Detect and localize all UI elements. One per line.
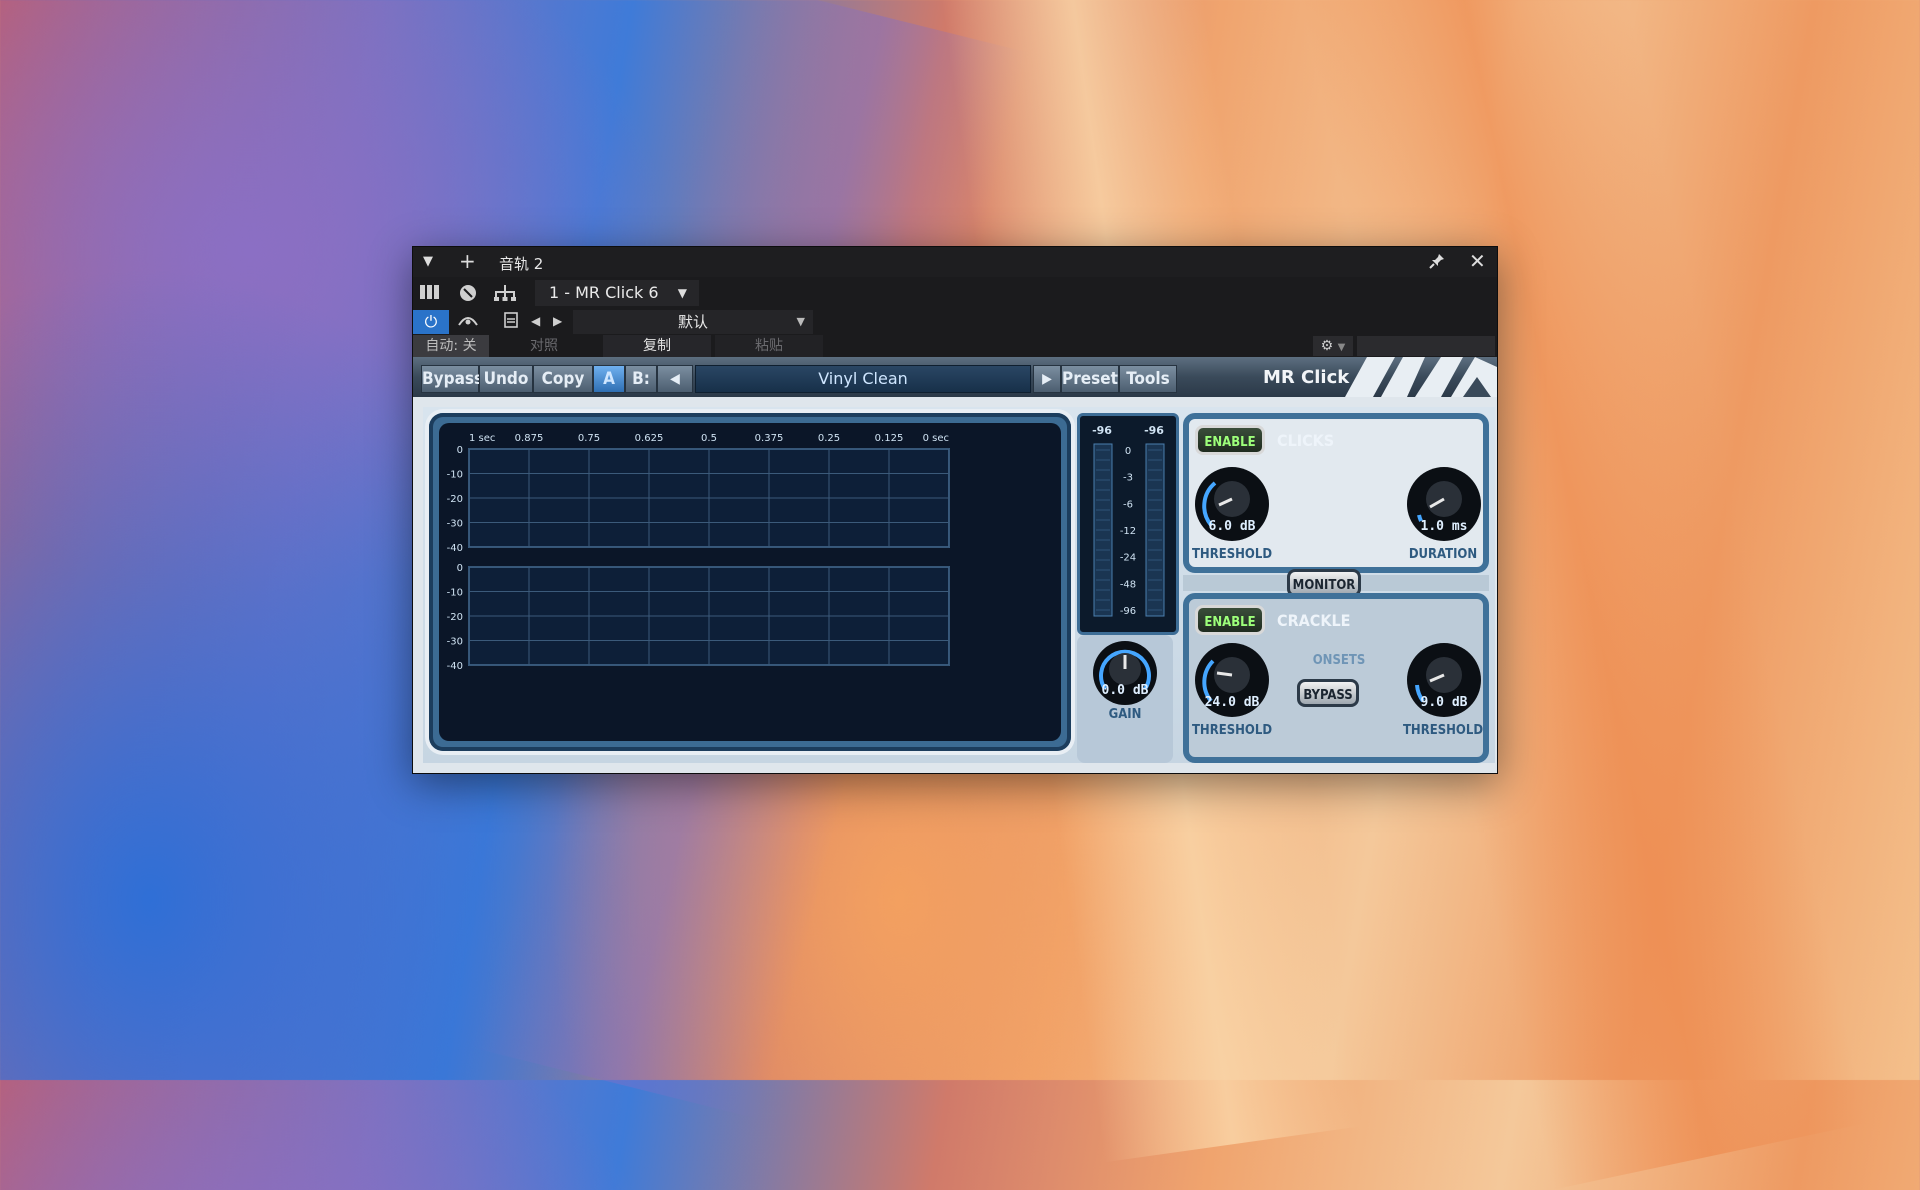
plugin-selector-dropdown[interactable]: 1 - MR Click 6 ▼ [535,280,699,306]
crackle-section: ENABLE CRACKLE 24.0 dB THRESHOLD ONSETS … [1183,593,1489,763]
top-db-tick: 0 [457,445,463,456]
preset-mode-label: 默认 [677,313,708,331]
b-slot-button[interactable]: B: [625,365,657,393]
clicks-threshold-value: 6.0 dB [1208,519,1256,534]
time-tick: 1 sec [469,433,495,444]
onsets-threshold-value: 9.0 dB [1420,695,1468,710]
analyzer-display: 0 -10 -20 -30 -40 0 -10 -20 -30 -40 1 sec 0.875 0.75… [439,423,1061,741]
clicks-duration-label: DURATION [1408,547,1478,562]
gain-value: 0.0 dB [1101,683,1149,698]
pin-icon[interactable] [1428,252,1446,274]
meter-scale-tick: 0 [1125,446,1131,457]
meter-left-peak: -96 [1092,424,1112,437]
plugin-panel: 0 -10 -20 -30 -40 0 -10 -20 -30 -40 1 sec 0.875 0.75… [423,407,1495,763]
hierarchy-icon[interactable] [493,283,516,303]
top-db-tick: -10 [447,470,463,481]
top-db-tick: -20 [447,494,463,505]
automation-toggle[interactable]: 自动: 关 [413,335,489,357]
bottom-db-tick: -20 [447,612,463,623]
settings-gear-icon[interactable]: ⚙ ▼ [1313,336,1353,356]
a-slot-button[interactable]: A [593,365,625,393]
copy-button[interactable]: Copy [533,365,593,393]
sidechain-icon[interactable] [457,311,479,333]
clicks-section: ENABLE CLICKS 6.0 dB THRESHOLD 1.0 ms DU… [1183,413,1489,573]
crackle-threshold-label: THRESHOLD [1191,723,1273,738]
plugin-selector-label: 1 - MR Click 6 [549,283,659,302]
crackle-title: CRACKLE [1277,611,1351,630]
brand-name: MR Click [1263,367,1350,388]
preset-file-icon[interactable] [503,311,519,333]
clicks-threshold-label: THRESHOLD [1191,547,1273,562]
plugin-header-row: 1 - MR Click 6 ▼ [413,277,1497,309]
bottom-db-tick: 0 [457,563,463,574]
crackle-enable-button[interactable]: ENABLE [1195,605,1265,635]
onsets-label: ONSETS [1312,653,1366,668]
undo-button[interactable]: Undo [479,365,533,393]
time-tick: 0.25 [818,433,840,444]
copy-settings-button[interactable]: 复制 [603,335,711,357]
chevron-down-icon: ▼ [796,315,805,328]
prev-preset-button[interactable]: ◀ [657,365,693,393]
chevron-down-icon: ▼ [677,286,687,300]
level-meter: -96 -96 0 -3 -6 -12 -24 -48 -96 [1077,413,1179,635]
title-bar: ▼ + 音轨 2 ✕ [413,247,1497,277]
time-tick: 0.5 [701,433,717,444]
bottom-db-tick: -40 [447,661,463,672]
time-tick: 0.125 [875,433,904,444]
clicks-duration-value: 1.0 ms [1420,519,1468,534]
plugin-toolbar: Bypass Undo Copy A B: ◀ Vinyl Clean ▶ Pr… [413,357,1497,397]
time-tick: 0.375 [755,433,784,444]
meter-scale-tick: -96 [1120,606,1136,617]
bypass-button[interactable]: Bypass [421,365,483,393]
meter-right-peak: -96 [1144,424,1164,437]
clicks-enable-button[interactable]: ENABLE [1195,425,1265,455]
preset-name-display[interactable]: Vinyl Clean [695,365,1031,393]
analyzer-graph: 0 -10 -20 -30 -40 0 -10 -20 -30 -40 1 sec 0.875 0.75… [447,433,950,672]
automation-row: 自动: 关 对照 复制 粘贴 ⚙ ▼ [413,335,1497,357]
top-db-tick: -40 [447,543,463,554]
top-db-tick: -30 [447,519,463,530]
gain-section: 0.0 dB GAIN [1077,635,1173,763]
level-meter-graphic: -96 -96 0 -3 -6 -12 -24 -48 -96 [1092,424,1165,617]
meter-scale-tick: -12 [1120,526,1136,537]
columns-icon[interactable] [419,283,441,303]
power-button[interactable]: ⏻ [413,310,449,334]
time-tick: 0.625 [635,433,664,444]
meter-scale-tick: -24 [1120,553,1136,564]
window-title: 音轨 2 [499,255,544,273]
preset-row: ⏻ ◀ ▶ 默认 ▼ [413,309,1497,335]
add-icon[interactable]: + [459,249,476,273]
chevron-down-icon[interactable]: ▼ [423,254,433,269]
plugin-window: ▼ + 音轨 2 ✕ 1 - MR Click 6 ▼ ⏻ ◀ ▶ 默认 ▼ 自… [412,246,1498,774]
next-preset-button[interactable]: ▶ [1033,365,1061,393]
meter-scale-tick: -3 [1123,473,1133,484]
crackle-threshold-value: 24.0 dB [1204,695,1260,710]
meter-scale-tick: -6 [1123,499,1133,510]
paste-settings-button[interactable]: 粘贴 [715,335,823,357]
time-tick: 0 sec [923,433,949,444]
clicks-title: CLICKS [1277,431,1335,450]
preset-mode-dropdown[interactable]: 默认 ▼ [573,310,813,334]
preset-menu-button[interactable]: Preset [1061,365,1119,393]
close-icon[interactable]: ✕ [1469,249,1486,273]
onsets-threshold-label: THRESHOLD [1402,723,1484,738]
onsets-bypass-button[interactable]: BYPASS [1297,679,1359,707]
time-tick: 0.75 [578,433,600,444]
time-tick: 0.875 [515,433,544,444]
compare-button[interactable]: 对照 [489,335,599,357]
bottom-db-tick: -30 [447,637,463,648]
header-spacer [1357,336,1495,356]
plugin-ui: Bypass Undo Copy A B: ◀ Vinyl Clean ▶ Pr… [413,357,1497,773]
brand-logo-icon [1345,357,1497,397]
bottom-db-tick: -10 [447,588,463,599]
prev-preset-icon[interactable]: ◀ [531,314,540,328]
tools-menu-button[interactable]: Tools [1119,365,1177,393]
routing-icon[interactable] [457,283,479,303]
analyzer-frame: 0 -10 -20 -30 -40 0 -10 -20 -30 -40 1 sec 0.875 0.75… [429,413,1071,751]
next-preset-icon[interactable]: ▶ [553,314,562,328]
meter-scale-tick: -48 [1120,579,1136,590]
gain-label: GAIN [1108,707,1142,722]
